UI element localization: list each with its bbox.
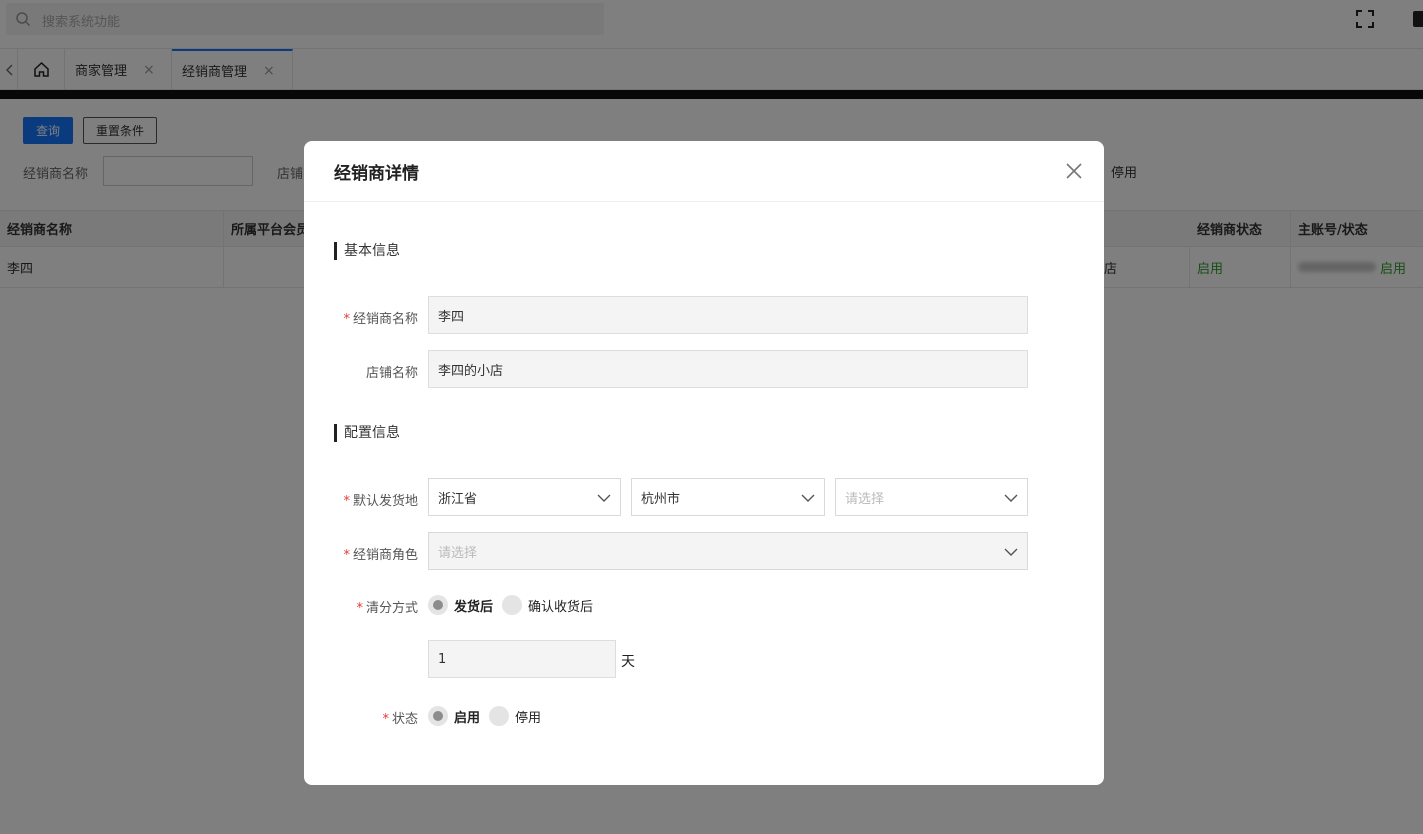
section-config-info: 配置信息 <box>334 424 400 442</box>
chevron-down-icon <box>801 494 815 502</box>
status-label: * 状态 <box>382 712 418 727</box>
days-unit: 天 <box>621 654 635 670</box>
province-value: 浙江省 <box>438 491 478 507</box>
dealer-role-label: * 经销商角色 <box>343 548 418 563</box>
dealer-detail-modal: 经销商详情 基本信息 * 经销商名称 李四 店铺名称 李四的小店 配置信息 * 默认… <box>304 141 1104 785</box>
city-value: 杭州市 <box>641 491 681 507</box>
district-placeholder: 请选择 <box>845 491 885 507</box>
radio-enabled[interactable]: 启用 <box>428 706 480 726</box>
store-name-field[interactable]: 李四的小店 <box>428 350 1028 388</box>
settle-method-label: * 清分方式 <box>356 601 418 616</box>
district-select[interactable]: 请选择 <box>835 478 1028 516</box>
dealer-name-field[interactable]: 李四 <box>428 296 1028 334</box>
dealer-name-label: * 经销商名称 <box>343 312 418 327</box>
chevron-down-icon <box>597 494 611 502</box>
ship-from-label: * 默认发货地 <box>343 494 418 509</box>
chevron-down-icon <box>1004 494 1018 502</box>
chevron-down-icon <box>1004 548 1018 556</box>
radio-label: 发货后 <box>454 599 494 615</box>
modal-title: 经销商详情 <box>334 164 419 184</box>
dealer-role-placeholder: 请选择 <box>438 545 478 561</box>
modal-header: 经销商详情 <box>304 141 1104 202</box>
close-icon[interactable] <box>1064 161 1084 181</box>
section-basic-info: 基本信息 <box>334 242 400 260</box>
store-name-label: 店铺名称 <box>365 366 418 381</box>
radio-unchecked-icon <box>502 595 522 615</box>
radio-label: 启用 <box>454 710 481 726</box>
radio-checked-icon <box>428 595 448 615</box>
radio-after-receipt[interactable]: 确认收货后 <box>502 595 593 615</box>
radio-checked-icon <box>428 706 448 726</box>
radio-after-shipping[interactable]: 发货后 <box>428 595 493 615</box>
dealer-role-select[interactable]: 请选择 <box>428 532 1028 570</box>
province-select[interactable]: 浙江省 <box>428 478 621 516</box>
settle-days-input[interactable]: 1 <box>428 640 616 678</box>
radio-label: 停用 <box>515 710 542 726</box>
radio-unchecked-icon <box>489 706 509 726</box>
radio-label: 确认收货后 <box>528 599 594 615</box>
radio-disabled[interactable]: 停用 <box>489 706 541 726</box>
city-select[interactable]: 杭州市 <box>631 478 825 516</box>
